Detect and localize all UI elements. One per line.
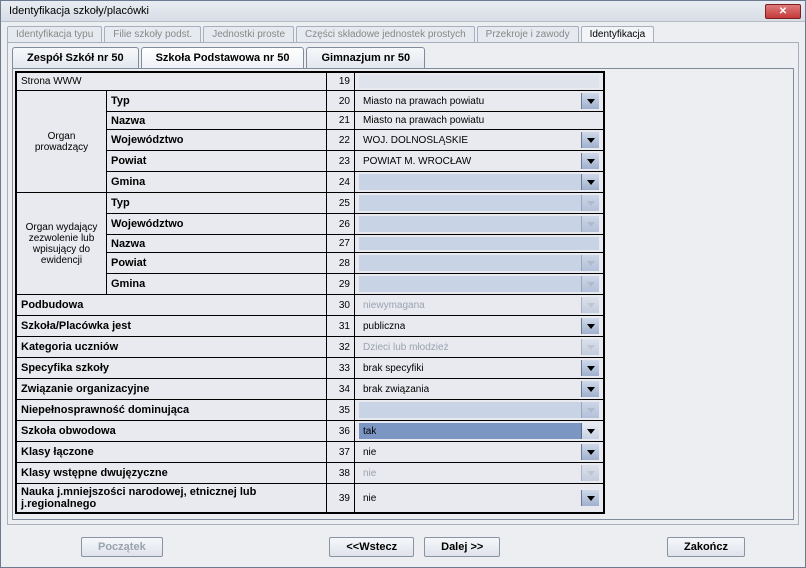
- field-klasy-laczone[interactable]: nie: [355, 442, 604, 463]
- field-op-nazwa[interactable]: Miasto na prawach powiatu: [355, 112, 604, 130]
- chevron-down-icon: [581, 153, 599, 169]
- chevron-down-icon: [581, 216, 599, 232]
- next-button[interactable]: Dalej >>: [424, 537, 500, 557]
- field-podbudowa[interactable]: niewymagana: [355, 295, 604, 316]
- label-klasy-laczone: Klasy łączone: [17, 442, 327, 463]
- label-specyfika: Specyfika szkoły: [17, 358, 327, 379]
- label-zwiazanie: Związanie organizacyjne: [17, 379, 327, 400]
- label-placowka-jest: Szkoła/Placówka jest: [17, 316, 327, 337]
- field-nauka-mniejszosci[interactable]: nie: [355, 484, 604, 513]
- field-ow-nazwa[interactable]: [355, 235, 604, 253]
- label-nauka-mniejszosci: Nauka j.mniejszości narodowej, etnicznej…: [17, 484, 327, 513]
- label-nazwa: Nazwa: [107, 112, 327, 130]
- chevron-down-icon: [581, 93, 599, 109]
- label-ow-nazwa: Nazwa: [107, 235, 327, 253]
- chevron-down-icon: [581, 490, 599, 506]
- subtab-gimnazjum[interactable]: Gimnazjum nr 50: [306, 47, 425, 68]
- chevron-down-icon: [581, 444, 599, 460]
- group-organ-wydajacy: Organ wydający zezwolenie lub wpisujący …: [17, 193, 107, 295]
- field-op-woj[interactable]: WOJ. DOLNOŚLĄSKIE: [355, 130, 604, 151]
- chevron-down-icon: [581, 423, 599, 439]
- subtab-zespol[interactable]: Zespół Szkół nr 50: [12, 47, 139, 68]
- field-specyfika[interactable]: brak specyfiki: [355, 358, 604, 379]
- field-strona-www[interactable]: [355, 73, 604, 91]
- field-niepelnosprawnosc[interactable]: [355, 400, 604, 421]
- field-ow-powiat[interactable]: [355, 253, 604, 274]
- window-title: Identyfikacja szkoły/placówki: [9, 5, 149, 17]
- label-woj: Województwo: [107, 130, 327, 151]
- field-ow-woj[interactable]: [355, 214, 604, 235]
- sub-tabs: Zespół Szkół nr 50 Szkoła Podstawowa nr …: [12, 47, 794, 68]
- tab-identyfikacja[interactable]: Identyfikacja: [581, 26, 655, 42]
- field-op-powiat[interactable]: POWIAT M. WROCŁAW: [355, 151, 604, 172]
- label-kategoria-uczniow: Kategoria uczniów: [17, 337, 327, 358]
- chevron-down-icon: [581, 339, 599, 355]
- label-ow-typ: Typ: [107, 193, 327, 214]
- titlebar: Identyfikacja szkoły/placówki ✕: [1, 1, 805, 22]
- field-zwiazanie[interactable]: brak związania: [355, 379, 604, 400]
- field-op-typ[interactable]: Miasto na prawach powiatu: [355, 91, 604, 112]
- tab-czesci-skladowe[interactable]: Części składowe jednostek prostych: [296, 26, 475, 42]
- chevron-down-icon: [581, 318, 599, 334]
- field-klasy-wstepne[interactable]: nie: [355, 463, 604, 484]
- chevron-down-icon: [581, 381, 599, 397]
- chevron-down-icon: [581, 360, 599, 376]
- end-button[interactable]: Zakończ: [667, 537, 745, 557]
- footer: Początek <<Wstecz Dalej >> Zakończ: [1, 529, 805, 567]
- window: Identyfikacja szkoły/placówki ✕ Identyfi…: [0, 0, 806, 568]
- chevron-down-icon: [581, 132, 599, 148]
- chevron-down-icon: [581, 174, 599, 190]
- label-ow-powiat: Powiat: [107, 253, 327, 274]
- tab-identyfikacja-typu[interactable]: Identyfikacja typu: [7, 26, 102, 42]
- close-icon: ✕: [779, 6, 787, 17]
- sub-panel: Strona WWW 19 Organ prowadzący Typ 20 Mi…: [12, 68, 794, 520]
- field-placowka-jest[interactable]: publiczna: [355, 316, 604, 337]
- label-niepelnosprawnosc: Niepełnosprawność dominująca: [17, 400, 327, 421]
- label-ow-gmina: Gmina: [107, 274, 327, 295]
- label-klasy-wstepne: Klasy wstępne dwujęzyczne: [17, 463, 327, 484]
- form-grid: Strona WWW 19 Organ prowadzący Typ 20 Mi…: [15, 71, 605, 514]
- back-button[interactable]: <<Wstecz: [329, 537, 414, 557]
- subtab-sp[interactable]: Szkoła Podstawowa nr 50: [141, 47, 305, 68]
- rownum-19: 19: [327, 73, 355, 91]
- main-panel: Zespół Szkół nr 50 Szkoła Podstawowa nr …: [7, 42, 799, 525]
- chevron-down-icon: [581, 297, 599, 313]
- tab-filie[interactable]: Filie szkoły podst.: [104, 26, 201, 42]
- label-ow-woj: Województwo: [107, 214, 327, 235]
- field-op-gmina[interactable]: [355, 172, 604, 193]
- tab-jednostki-proste[interactable]: Jednostki proste: [203, 26, 294, 42]
- chevron-down-icon: [581, 195, 599, 211]
- begin-button[interactable]: Początek: [81, 537, 163, 557]
- field-ow-typ[interactable]: [355, 193, 604, 214]
- chevron-down-icon: [581, 465, 599, 481]
- chevron-down-icon: [581, 276, 599, 292]
- tab-przekroje[interactable]: Przekroje i zawody: [477, 26, 579, 42]
- field-obwodowa[interactable]: tak: [355, 421, 604, 442]
- outer-tabs: Identyfikacja typu Filie szkoły podst. J…: [1, 22, 805, 42]
- chevron-down-icon: [581, 402, 599, 418]
- field-kategoria-uczniow[interactable]: Dzieci lub młodzież: [355, 337, 604, 358]
- chevron-down-icon: [581, 255, 599, 271]
- label-obwodowa: Szkoła obwodowa: [17, 421, 327, 442]
- label-gmina: Gmina: [107, 172, 327, 193]
- label-strona-www: Strona WWW: [17, 73, 327, 91]
- label-podbudowa: Podbudowa: [17, 295, 327, 316]
- label-powiat: Powiat: [107, 151, 327, 172]
- field-ow-gmina[interactable]: [355, 274, 604, 295]
- label-typ: Typ: [107, 91, 327, 112]
- group-organ-prowadzacy: Organ prowadzący: [17, 91, 107, 193]
- close-button[interactable]: ✕: [765, 4, 801, 19]
